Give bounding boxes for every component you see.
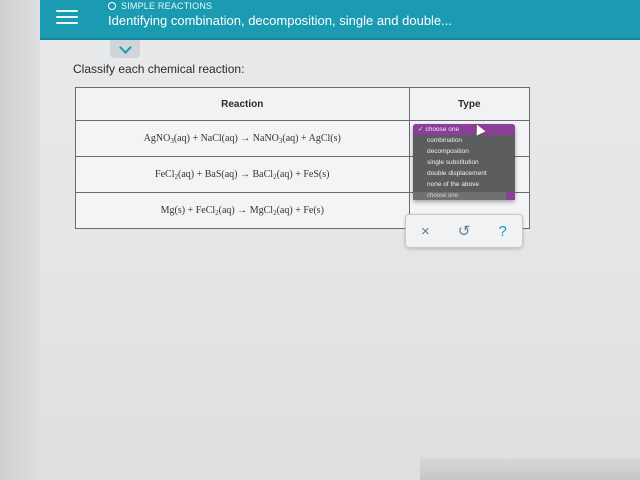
hamburger-menu-icon[interactable] [56,6,78,28]
plus-sign: + [187,204,194,216]
undo-button[interactable]: ↺ [452,222,476,240]
reaction-column-header: Reaction [75,87,410,121]
formula-part: (aq) [173,132,190,144]
select-value-row3[interactable]: choose one [413,192,515,200]
formula-part: (aq) [276,204,293,216]
left-gutter [0,0,40,480]
dropdown-option-decomposition[interactable]: decomposition [413,146,515,157]
table-header-row: Reaction Type [75,87,530,121]
screen: SIMPLE REACTIONS Identifying combination… [0,0,640,480]
clear-button[interactable]: × [413,223,437,240]
formula-part: MgCl [249,204,274,216]
select-arrow-icon[interactable] [506,192,515,200]
topic-label: SIMPLE REACTIONS [121,1,213,11]
formula-part: AgNO [143,132,171,144]
formula-part: AgCl(s) [308,132,341,144]
instruction-text: Classify each chemical reaction: [73,62,245,76]
formula-part: FeS(s) [303,168,330,180]
dropdown-option-choose-one[interactable]: ✓ choose one [413,124,515,135]
page-title: Identifying combination, decomposition, … [108,13,452,28]
formula-part: BaS(aq) [204,168,238,180]
check-icon: ✓ [418,126,424,133]
expand-toggle-button[interactable] [110,40,140,58]
dropdown-option-single-substitution[interactable]: single substitution [413,157,515,168]
formula-part: (aq) [177,168,195,180]
reaction-equation: FeCl2(aq) + BaS(aq) → BaCl2(aq) + FeS(s) [75,156,410,193]
type-column-header: Type [408,87,530,121]
formula-part: NaNO [252,132,279,144]
dropdown-option-none[interactable]: none of the above [413,179,515,190]
plus-sign: + [301,132,307,144]
reaction-arrow: → [237,204,248,216]
formula-part: (aq) [282,132,299,144]
plus-sign: + [192,132,199,144]
reaction-equation: AgNO3(aq) + NaCl(aq) → NaNO3(aq) + AgCl(… [75,120,410,157]
plus-sign: + [295,168,301,180]
formula-part: FeCl [195,204,216,216]
progress-circle-icon [108,2,116,10]
option-label: choose one [425,126,460,133]
reaction-arrow: → [240,132,251,144]
help-button[interactable]: ? [491,223,515,240]
type-dropdown-menu[interactable]: ✓ choose one combination decomposition si… [413,124,515,200]
plus-sign: + [295,204,301,216]
chevron-down-icon [118,40,132,54]
dropdown-option-combination[interactable]: combination [413,135,515,146]
formula-part: Fe(s) [303,204,324,216]
screen-edge [420,458,640,480]
action-panel: × ↺ ? [405,214,523,248]
plus-sign: + [196,168,203,180]
reaction-equation: Mg(s) + FeCl2(aq) → MgCl2(aq) + Fe(s) [75,192,410,229]
formula-part: (aq) [276,168,293,180]
formula-part: (aq) [218,204,235,216]
formula-part: BaCl [252,168,274,180]
reaction-arrow: → [240,168,251,180]
topic-row: SIMPLE REACTIONS [108,0,212,12]
formula-part: NaCl(aq) [200,132,238,144]
dropdown-option-double-displacement[interactable]: double displacement [413,168,515,179]
formula-part: FeCl [155,168,175,180]
formula-part: Mg(s) [160,204,186,216]
